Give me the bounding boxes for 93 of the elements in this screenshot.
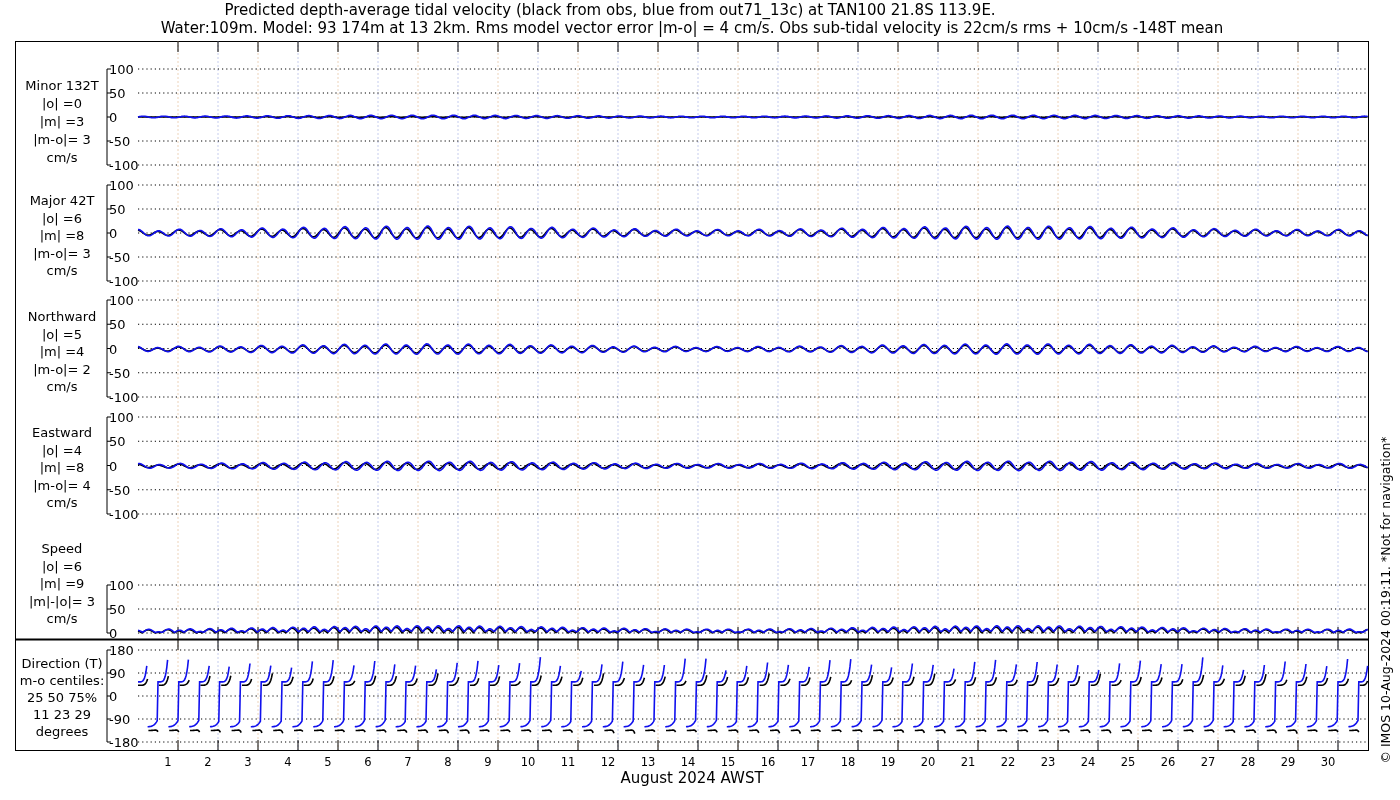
y-tick-label: 50 [109,202,126,217]
y-tick-label: 0 [109,626,118,641]
y-tick-label: 50 [109,434,126,450]
day-label: 13 [640,755,656,769]
credit-text: © IMOS 10-Aug-2024 00:19:11. *Not for navigation* [1378,436,1393,764]
day-label: 21 [960,755,976,769]
panel-label: |m-o|= 3 [33,132,91,147]
day-label: 1 [164,755,172,769]
day-label: 5 [324,755,332,769]
y-tick-label: -90 [109,712,131,727]
day-label: 15 [720,755,736,769]
day-label: 26 [1160,755,1176,769]
day-label: 12 [600,755,616,769]
day-label: 19 [880,755,896,769]
day-label: 20 [920,755,936,769]
panel-label: |m| =8 [39,460,85,475]
y-tick-label: 100 [109,293,134,308]
y-tick-label: 100 [109,178,134,193]
x-axis-label: August 2024 AWST [620,769,764,787]
day-label: 6 [364,755,372,769]
y-tick-label: 180 [109,643,134,658]
day-label: 29 [1280,755,1296,769]
panel-label: cm/s [46,495,78,510]
panel-label: |m-o|= 3 [33,245,91,261]
panel-label: 11 23 29 [33,707,91,722]
panel-label: 25 50 75% [26,690,98,705]
y-axis [106,584,112,634]
panel-label: |m| =9 [39,576,85,591]
chart-subtitle: Water:109m. Model: 93 174m at 13 2km. Rms model vector error |m-o| = 4 cm/s. Obs sub-tidal velocity is 22cm/s rms + 10cm/s -148T mean [160,19,1224,37]
y-tick-label: -100 [109,158,139,173]
y-tick-label: 50 [109,317,126,333]
y-tick-label: -50 [109,365,131,381]
y-tick-label: -50 [109,134,131,149]
y-tick-label: 100 [109,578,134,593]
day-label: 30 [1320,755,1336,769]
y-tick-label: 50 [109,86,126,101]
y-tick-label: -100 [109,274,139,289]
day-label: 17 [800,755,816,769]
panel-label: |m| =8 [39,228,85,243]
panel-label: Northward [27,309,97,324]
day-label: 9 [484,755,492,769]
day-label: 22 [1000,755,1016,769]
panel-label: |o| =4 [42,442,82,458]
panel-label: |o| =5 [42,326,82,342]
y-tick-label: 100 [109,410,134,425]
day-label: 3 [244,755,252,769]
y-tick-label: 100 [109,62,134,77]
day-label: 25 [1120,755,1136,769]
panel-label: |o| =0 [42,96,82,111]
panel-label: degrees [35,724,89,739]
panel-label: |m|-|o|= 3 [28,593,96,609]
day-label: 28 [1240,755,1256,769]
panel-label: |o| =6 [42,558,82,574]
y-tick-label: -180 [109,735,139,750]
day-label: 4 [284,755,292,769]
chart-title: Predicted depth-average tidal velocity (black from obs, blue from out71_13c) at TAN100 21.8S 113.9E. [224,1,996,19]
panel-label: Minor 132T [25,78,99,93]
y-tick-label: -50 [109,250,131,265]
day-label: 11 [560,755,576,769]
y-tick-label: 0 [109,458,118,474]
day-label: 7 [404,755,412,769]
day-label: 16 [760,755,776,769]
panel-label: |m-o|= 4 [33,477,91,493]
panel-label: |m| =3 [39,114,85,129]
y-tick-label: 90 [109,666,126,681]
y-tick-label: 0 [109,341,118,357]
panel-label: cm/s [46,150,78,165]
panel-label: Major 42T [29,193,95,208]
panel-label: |m| =4 [39,344,85,359]
y-tick-label: 0 [109,110,118,125]
panel-label: Speed [41,541,83,556]
panel-label: |o| =6 [42,210,82,226]
day-label: 18 [840,755,856,769]
y-tick-label: -50 [109,482,131,498]
day-label: 14 [680,755,696,769]
y-tick-label: -100 [109,507,139,522]
day-label: 10 [520,755,536,769]
panel-label: cm/s [46,263,78,278]
y-tick-label: 0 [109,226,118,241]
y-tick-label: -100 [109,390,139,405]
y-tick-label: 0 [109,689,118,704]
day-label: 23 [1040,755,1056,769]
panel-label: Eastward [32,425,92,440]
panel-label: cm/s [46,379,78,394]
day-label: 8 [444,755,452,769]
day-label: 27 [1200,755,1216,769]
panel-label: m-o centiles: [19,673,105,688]
panel-label: cm/s [46,611,78,626]
panel-label: |m-o|= 2 [33,361,91,377]
day-label: 2 [204,755,212,769]
day-label: 24 [1080,755,1096,769]
panel-label: Direction (T) [21,656,103,671]
y-tick-label: 50 [109,602,126,617]
